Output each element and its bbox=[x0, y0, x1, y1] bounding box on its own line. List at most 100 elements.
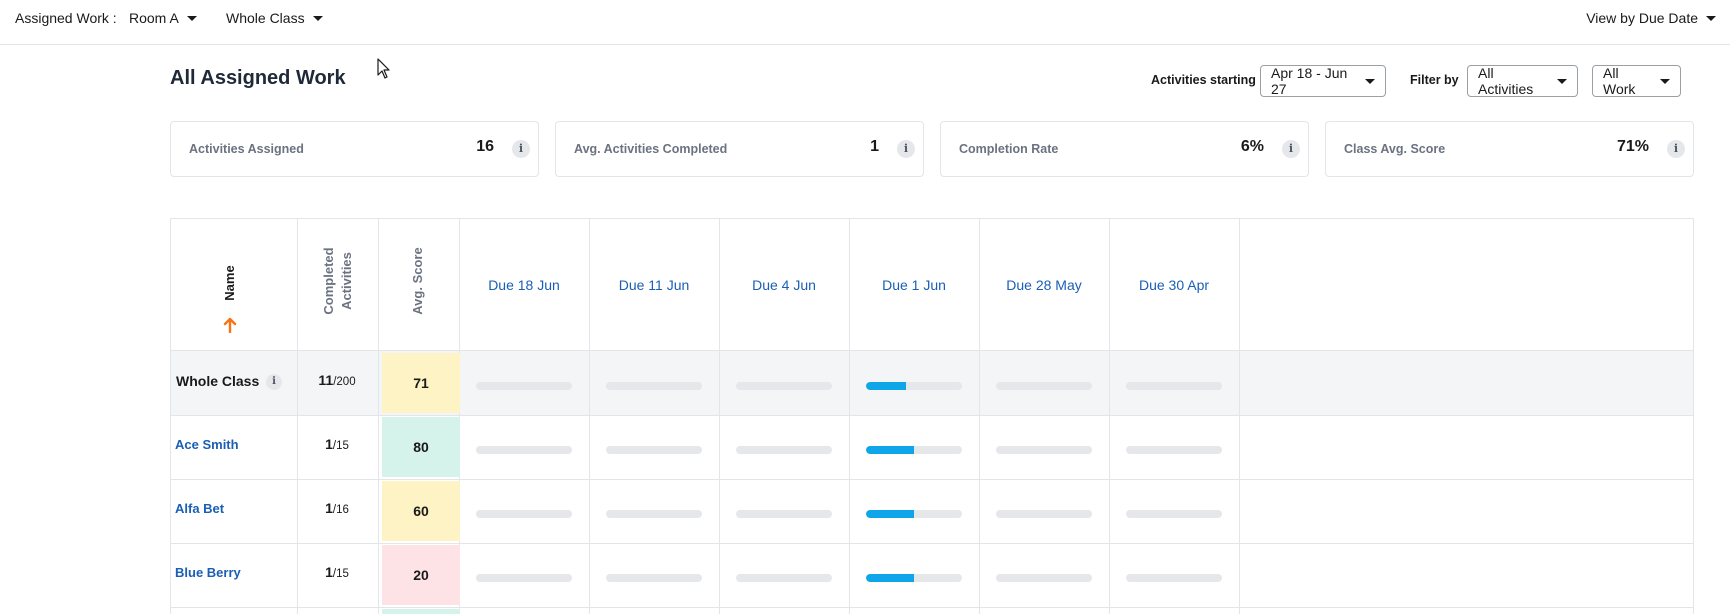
column-header-due[interactable]: Due 28 May bbox=[979, 277, 1109, 293]
column-divider bbox=[297, 219, 298, 614]
completed-count: 1/15 bbox=[297, 564, 377, 580]
group-dropdown-label: Whole Class bbox=[226, 10, 305, 26]
filter-by-label: Filter by bbox=[1410, 73, 1459, 87]
activity-filter-value: All Activities bbox=[1478, 65, 1534, 97]
progress-bar-fill bbox=[866, 382, 907, 390]
completed-count: 1/16 bbox=[297, 500, 377, 516]
progress-bar bbox=[1126, 382, 1222, 390]
room-dropdown[interactable]: Room A bbox=[129, 10, 197, 26]
progress-bar-fill bbox=[866, 574, 914, 582]
top-bar: Assigned Work : Room A Whole Class View … bbox=[0, 0, 1730, 45]
stat-label: Completion Rate bbox=[959, 142, 1059, 156]
info-icon[interactable]: i bbox=[266, 374, 282, 390]
row-divider bbox=[170, 607, 1694, 608]
stat-value: 71% bbox=[1616, 138, 1649, 155]
stat-label: Avg. Activities Completed bbox=[574, 142, 728, 156]
progress-bar-fill bbox=[866, 510, 914, 518]
progress-bar bbox=[866, 446, 962, 454]
score-cell: 71 bbox=[382, 353, 460, 413]
view-by-dropdown[interactable]: View by Due Date bbox=[1586, 10, 1716, 26]
completed-total: /16 bbox=[332, 504, 349, 516]
info-icon[interactable]: i bbox=[1667, 140, 1685, 158]
completed-count: 1/15 bbox=[297, 436, 377, 452]
assigned-work-table: Name Completed Activities Avg. Score Due… bbox=[170, 218, 1694, 614]
progress-bar bbox=[736, 574, 832, 582]
work-filter-select[interactable]: All Work bbox=[1592, 65, 1681, 97]
progress-bar bbox=[1126, 446, 1222, 454]
progress-bar bbox=[866, 382, 962, 390]
stat-card-completion-rate: Completion Rate 6% i bbox=[940, 121, 1309, 177]
date-range-select[interactable]: Apr 18 - Jun 27 bbox=[1260, 65, 1386, 97]
column-header-completed-line1: Completed bbox=[321, 247, 336, 315]
progress-bar bbox=[606, 510, 702, 518]
activities-starting-label: Activities starting bbox=[1151, 73, 1256, 87]
stat-value: 16 bbox=[476, 138, 494, 155]
score-cell: 60 bbox=[382, 481, 460, 541]
column-header-avg-score: Avg. Score bbox=[410, 247, 425, 315]
column-divider bbox=[170, 219, 171, 614]
room-dropdown-label: Room A bbox=[129, 10, 179, 26]
column-header-due[interactable]: Due 18 Jun bbox=[459, 277, 589, 293]
assigned-work-label: Assigned Work : bbox=[15, 10, 117, 26]
progress-bar bbox=[996, 510, 1092, 518]
column-header-due[interactable]: Due 11 Jun bbox=[589, 277, 719, 293]
completed-total: /15 bbox=[332, 440, 349, 452]
stat-label: Activities Assigned bbox=[189, 142, 304, 156]
progress-bar bbox=[476, 382, 572, 390]
completed-total: /15 bbox=[332, 568, 349, 580]
completed-total: /200 bbox=[333, 376, 356, 388]
progress-bar bbox=[1126, 574, 1222, 582]
completed-value: 1 bbox=[325, 500, 333, 516]
progress-bar bbox=[606, 574, 702, 582]
progress-bar bbox=[476, 574, 572, 582]
stat-label: Class Avg. Score bbox=[1344, 142, 1446, 156]
student-name-link[interactable]: Ace Smith bbox=[175, 437, 239, 452]
chevron-down-icon bbox=[1660, 78, 1670, 84]
progress-bar bbox=[996, 382, 1092, 390]
progress-bar bbox=[736, 446, 832, 454]
date-range-value: Apr 18 - Jun 27 bbox=[1271, 65, 1348, 97]
progress-bar bbox=[736, 510, 832, 518]
row-divider bbox=[170, 479, 1694, 480]
work-filter-value: All Work bbox=[1603, 65, 1636, 97]
info-icon[interactable]: i bbox=[512, 140, 530, 158]
chevron-down-icon bbox=[1706, 15, 1716, 21]
column-header-name[interactable]: Name bbox=[222, 253, 238, 313]
progress-bar bbox=[996, 574, 1092, 582]
completed-count: 11/200 bbox=[297, 372, 377, 388]
score-cell: 80 bbox=[382, 417, 460, 477]
whole-class-label: Whole Class bbox=[176, 373, 260, 389]
progress-bar bbox=[866, 510, 962, 518]
student-name-link[interactable]: Alfa Bet bbox=[175, 501, 224, 516]
completed-value: 11 bbox=[318, 372, 334, 388]
column-header-due[interactable]: Due 30 Apr bbox=[1109, 277, 1239, 293]
score-cell-partial bbox=[382, 609, 460, 614]
row-divider bbox=[170, 415, 1694, 416]
column-divider bbox=[1693, 219, 1694, 614]
column-divider bbox=[1239, 219, 1240, 614]
group-dropdown[interactable]: Whole Class bbox=[226, 10, 323, 26]
completed-value: 1 bbox=[325, 564, 333, 580]
stat-card-avg-completed: Avg. Activities Completed 1 i bbox=[555, 121, 924, 177]
sort-ascending-arrow-icon[interactable] bbox=[223, 317, 237, 333]
info-icon[interactable]: i bbox=[897, 140, 915, 158]
score-cell: 20 bbox=[382, 545, 460, 605]
row-divider bbox=[170, 543, 1694, 544]
info-icon[interactable]: i bbox=[1282, 140, 1300, 158]
chevron-down-icon bbox=[186, 15, 197, 21]
chevron-down-icon bbox=[312, 15, 323, 21]
stat-card-activities-assigned: Activities Assigned 16 i bbox=[170, 121, 539, 177]
student-name-link[interactable]: Blue Berry bbox=[175, 565, 241, 580]
stat-value: 6% bbox=[1240, 138, 1264, 155]
stat-card-class-avg-score: Class Avg. Score 71% i bbox=[1325, 121, 1694, 177]
completed-value: 1 bbox=[325, 436, 333, 452]
column-header-due[interactable]: Due 1 Jun bbox=[849, 277, 979, 293]
activity-filter-select[interactable]: All Activities bbox=[1467, 65, 1578, 97]
row-divider bbox=[170, 350, 1694, 351]
progress-bar bbox=[736, 382, 832, 390]
column-header-due[interactable]: Due 4 Jun bbox=[719, 277, 849, 293]
chevron-down-icon bbox=[1365, 78, 1375, 84]
progress-bar bbox=[996, 446, 1092, 454]
progress-bar-fill bbox=[866, 446, 914, 454]
page-title: All Assigned Work bbox=[170, 67, 346, 89]
